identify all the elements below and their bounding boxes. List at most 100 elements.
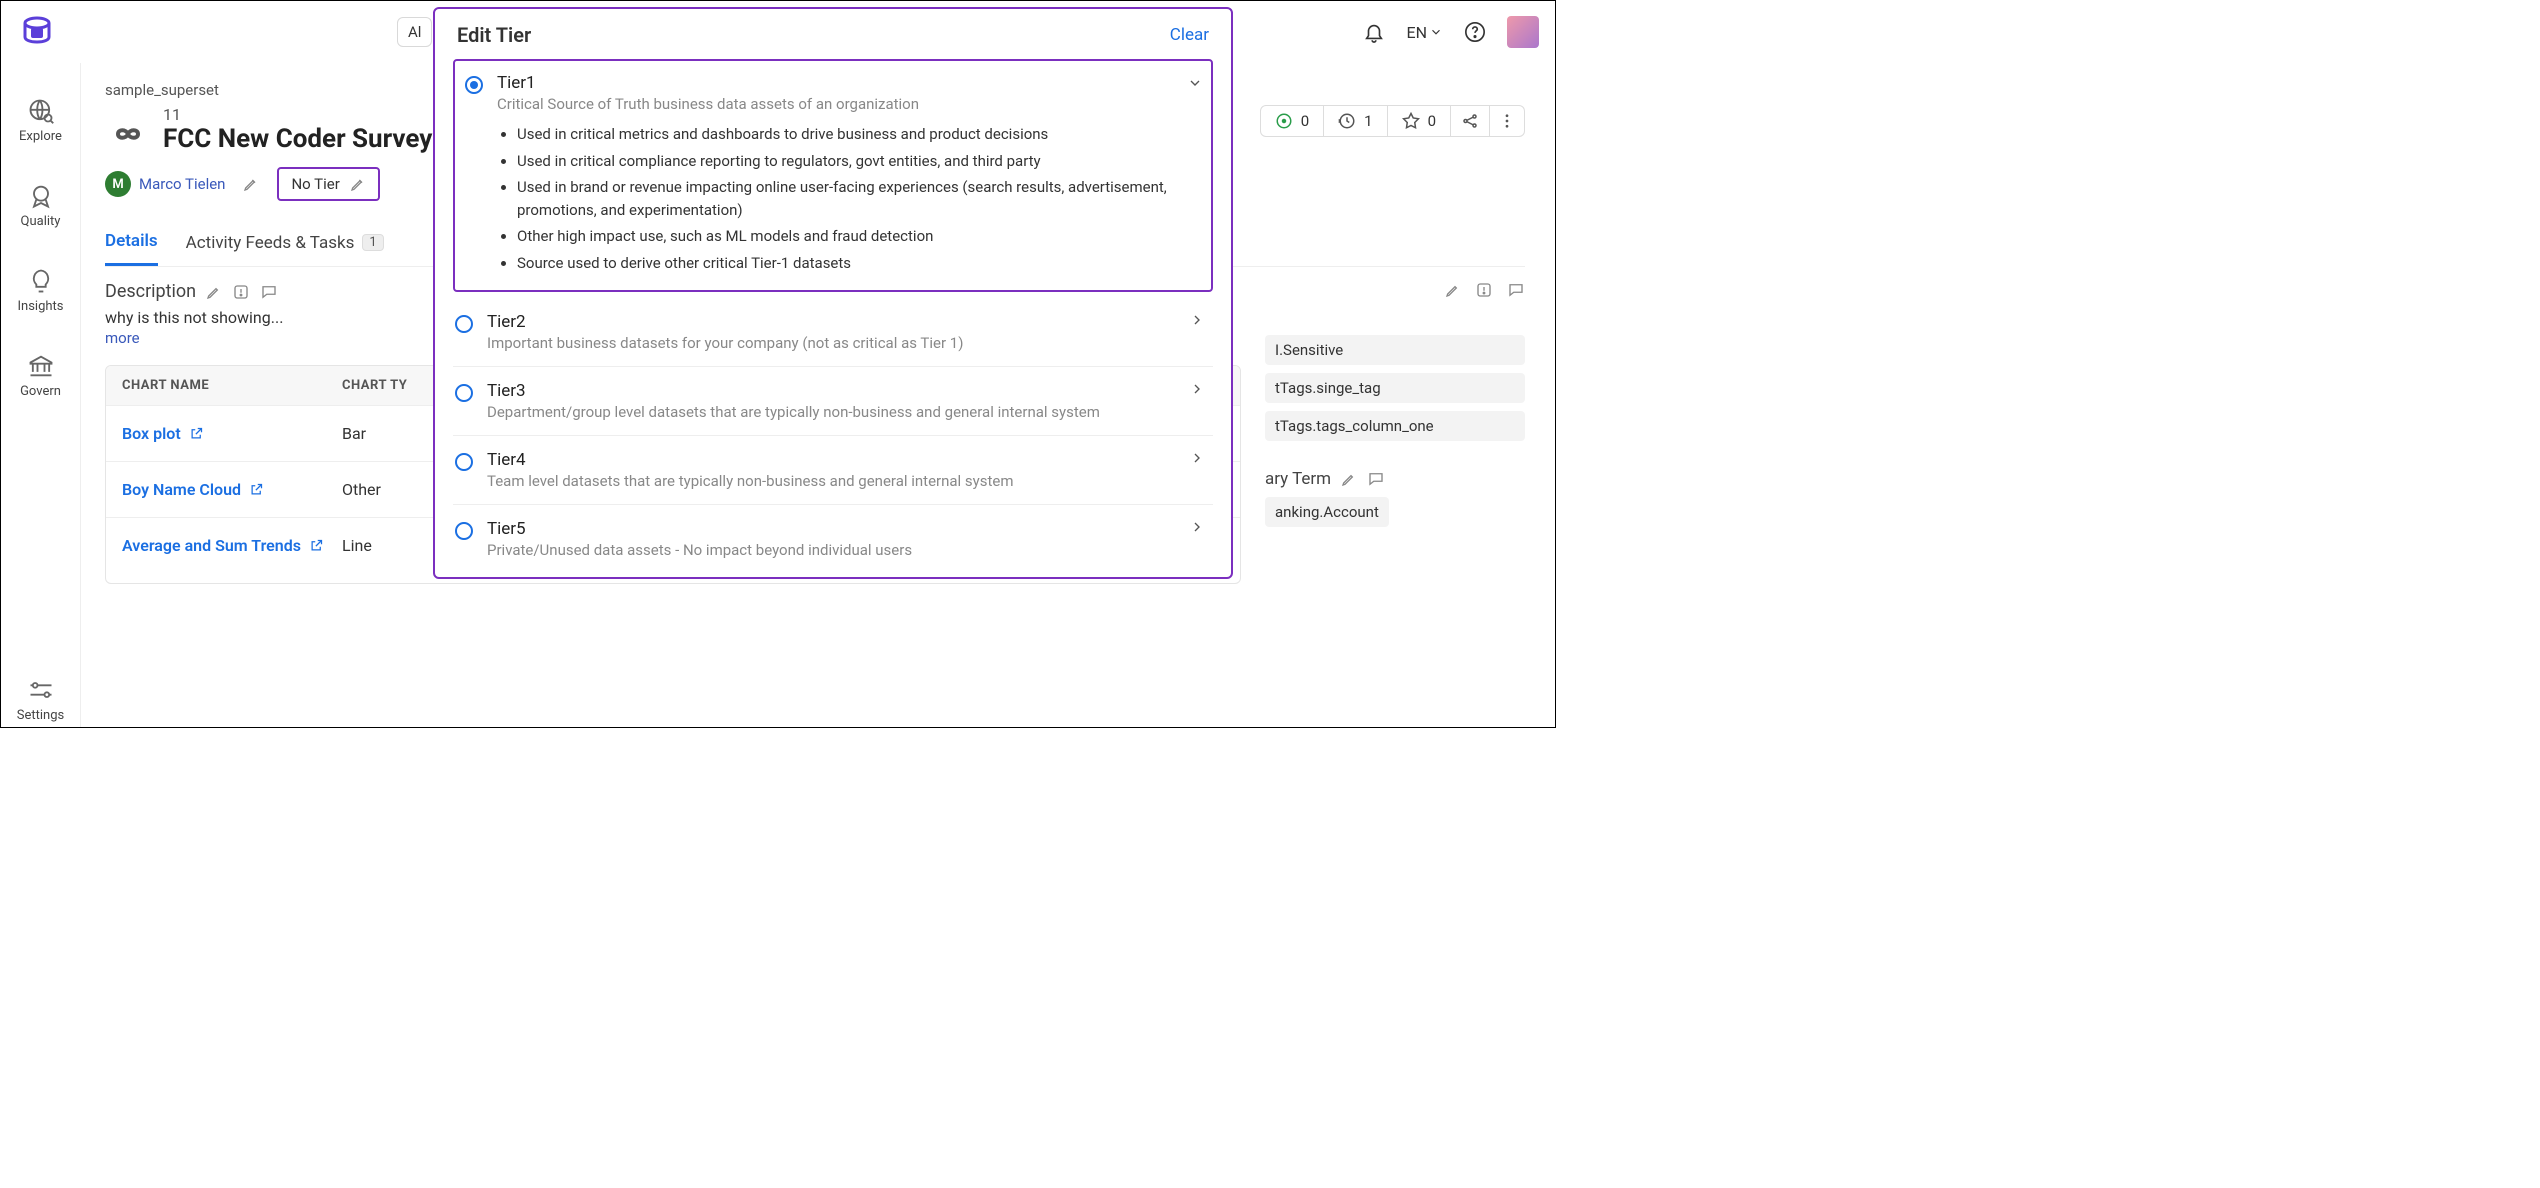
globe-search-icon — [27, 97, 55, 125]
tab-count-badge: 1 — [362, 234, 383, 251]
tier-name: Tier4 — [487, 450, 1205, 470]
chevron-down-icon — [1429, 25, 1443, 39]
request-icon — [232, 283, 250, 301]
tier-option-tier2[interactable]: Tier2 Important business datasets for yo… — [453, 298, 1213, 367]
language-select[interactable]: EN — [1406, 23, 1443, 42]
tier-option-tier5[interactable]: Tier5 Private/Unused data assets - No im… — [453, 505, 1213, 573]
share-icon — [1461, 112, 1479, 130]
tab-label: Activity Feeds & Tasks — [186, 233, 355, 253]
radio-icon — [455, 453, 473, 471]
stat-history[interactable]: 1 — [1324, 105, 1387, 137]
edit-tier-modal: Edit Tier Clear Tier1 Critical Source of… — [433, 7, 1233, 579]
owner-name: Marco Tielen — [139, 175, 225, 193]
description-more-link[interactable]: more — [105, 329, 140, 347]
external-link-icon — [249, 482, 264, 497]
owner-chip[interactable]: M Marco Tielen — [105, 171, 225, 197]
sidebar-item-insights[interactable]: Insights — [1, 263, 80, 318]
sidebar-item-quality[interactable]: Quality — [1, 178, 80, 233]
pencil-icon — [206, 284, 222, 300]
dashboard-icon — [105, 111, 151, 157]
sidebar-item-label: Insights — [17, 299, 63, 314]
stat-value: 0 — [1428, 112, 1436, 130]
tag-chip[interactable]: tTags.singe_tag — [1265, 373, 1525, 403]
tier-option-tier4[interactable]: Tier4 Team level datasets that are typic… — [453, 436, 1213, 505]
owner-avatar: M — [105, 171, 131, 197]
col-header-name: CHART NAME — [122, 378, 342, 393]
kebab-icon — [1498, 112, 1516, 130]
chevron-right-icon[interactable] — [1189, 519, 1205, 535]
app-logo[interactable] — [17, 12, 57, 52]
glossary-comment-icon[interactable] — [1367, 470, 1385, 488]
share-button[interactable] — [1451, 105, 1490, 137]
pencil-icon — [1445, 282, 1461, 298]
radio-icon — [455, 315, 473, 333]
lightbulb-icon — [27, 267, 55, 295]
pencil-icon — [243, 176, 259, 192]
external-link-icon — [189, 426, 204, 441]
stat-favorites[interactable]: 0 — [1388, 105, 1451, 137]
radio-selected-icon — [465, 76, 483, 94]
sidebar: Explore Quality Insights Govern Settings — [1, 63, 81, 727]
tier-name: Tier1 — [497, 73, 1201, 93]
tag-chip[interactable]: I.Sensitive — [1265, 335, 1525, 365]
version-label: 11 — [163, 105, 454, 124]
clear-button[interactable]: Clear — [1170, 25, 1209, 45]
pencil-icon — [1341, 471, 1357, 487]
tags-comment-icon[interactable] — [1507, 281, 1525, 299]
chevron-right-icon[interactable] — [1189, 450, 1205, 466]
tags-action-icon[interactable] — [1475, 281, 1493, 299]
pencil-icon — [350, 176, 366, 192]
edit-glossary-button[interactable] — [1341, 471, 1357, 487]
stats-row: 0 1 0 — [1260, 105, 1525, 137]
edit-description-button[interactable] — [206, 284, 222, 300]
chart-link[interactable]: Average and Sum Trends — [122, 536, 342, 555]
tier-option-tier1[interactable]: Tier1 Critical Source of Truth business … — [453, 59, 1213, 292]
stat-queries[interactable]: 0 — [1260, 105, 1324, 137]
user-avatar[interactable] — [1507, 16, 1539, 48]
edit-owner-button[interactable] — [243, 176, 259, 192]
bell-icon[interactable] — [1360, 18, 1388, 46]
tier-option-tier3[interactable]: Tier3 Department/group level datasets th… — [453, 367, 1213, 436]
badge-icon — [27, 182, 55, 210]
language-label: EN — [1406, 23, 1427, 42]
sidebar-item-settings[interactable]: Settings — [1, 672, 80, 727]
sidebar-item-explore[interactable]: Explore — [1, 93, 80, 148]
sidebar-item-govern[interactable]: Govern — [1, 348, 80, 403]
search-input[interactable]: Al — [397, 17, 432, 47]
external-link-icon — [309, 538, 324, 553]
chart-link[interactable]: Boy Name Cloud — [122, 480, 342, 499]
tier-label: No Tier — [291, 175, 339, 193]
glossary-term-chip[interactable]: anking.Account — [1265, 497, 1389, 527]
comment-icon — [1367, 470, 1385, 488]
comment-icon — [260, 283, 278, 301]
radio-icon — [455, 522, 473, 540]
tier-name: Tier2 — [487, 312, 1205, 332]
sidebar-item-label: Explore — [19, 129, 62, 144]
tier-selector[interactable]: No Tier — [277, 167, 379, 201]
stat-value: 0 — [1301, 112, 1309, 130]
radio-icon — [455, 384, 473, 402]
modal-title: Edit Tier — [457, 23, 531, 47]
sliders-icon — [27, 676, 55, 704]
help-icon[interactable] — [1461, 18, 1489, 46]
chevron-down-icon[interactable] — [1187, 75, 1203, 91]
tier-description: Important business datasets for your com… — [487, 334, 1205, 352]
tier-description: Private/Unused data assets - No impact b… — [487, 541, 1205, 559]
tier-name: Tier5 — [487, 519, 1205, 539]
tab-details[interactable]: Details — [105, 223, 158, 266]
edit-tags-button[interactable] — [1445, 282, 1461, 298]
tier-bullets: Used in critical metrics and dashboards … — [499, 123, 1201, 274]
chart-link[interactable]: Box plot — [122, 424, 342, 443]
chevron-right-icon[interactable] — [1189, 381, 1205, 397]
tag-chip[interactable]: tTags.tags_column_one — [1265, 411, 1525, 441]
glossary-heading: ary Term — [1265, 469, 1525, 489]
more-button[interactable] — [1490, 105, 1525, 137]
description-action-icon[interactable] — [232, 283, 250, 301]
sidebar-item-label: Govern — [20, 384, 61, 399]
chevron-right-icon[interactable] — [1189, 312, 1205, 328]
description-comment-icon[interactable] — [260, 283, 278, 301]
tab-activity[interactable]: Activity Feeds & Tasks 1 — [186, 225, 384, 265]
sidebar-item-label: Settings — [17, 708, 64, 723]
tier-description: Team level datasets that are typically n… — [487, 472, 1205, 490]
comment-icon — [1507, 281, 1525, 299]
